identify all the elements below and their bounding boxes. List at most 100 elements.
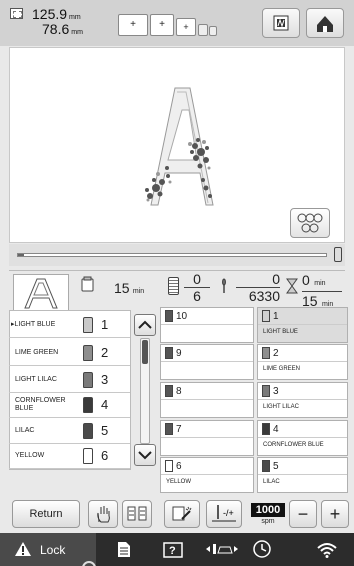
letter-a-thumbnail-icon xyxy=(24,278,58,309)
home-button[interactable] xyxy=(306,8,344,38)
needle-spool-icon xyxy=(262,310,270,322)
progress-fill xyxy=(18,254,25,256)
thread-list-item[interactable]: LILAC 5 xyxy=(9,418,130,444)
sequence-box-4 xyxy=(198,24,208,36)
speed-decrease-button[interactable]: − xyxy=(289,500,317,528)
return-button[interactable]: Return xyxy=(12,500,80,528)
needle-slot[interactable]: 9 xyxy=(160,344,254,380)
needle-slot[interactable]: 6 YELLOW xyxy=(160,457,254,493)
needle-slot[interactable]: 4 CORNFLOWER BLUE xyxy=(257,420,348,456)
thread-spool-icon xyxy=(83,396,93,413)
needle-number: 8 xyxy=(176,385,182,397)
needle-thread-label: LILAC xyxy=(263,479,280,485)
width-value: 125.9 xyxy=(32,6,68,22)
needle-slot-header: 2 xyxy=(258,345,347,362)
needle-spool-icon xyxy=(165,460,173,472)
thread-spool-icon xyxy=(83,447,93,464)
help-icon[interactable]: ? xyxy=(163,542,183,558)
needle-slot[interactable]: 10 xyxy=(160,307,254,343)
scroll-up-button[interactable] xyxy=(134,314,156,336)
needle-position-button[interactable]: -/+ xyxy=(206,500,242,528)
thread-name: LILAC xyxy=(15,426,35,434)
thread-name: CORNFLOWER BLUE xyxy=(15,396,66,412)
progress-track xyxy=(17,253,327,257)
sequence-label: + xyxy=(183,22,189,32)
color-edit-button[interactable] xyxy=(164,500,200,528)
needle-slot[interactable]: 2 LIME GREEN xyxy=(257,344,348,380)
sequence-box-3: + xyxy=(176,18,196,36)
thread-name: YELLOW xyxy=(15,451,45,459)
needle-slot[interactable]: 7 xyxy=(160,420,254,456)
stitch-counter: 0 6330 xyxy=(236,272,280,303)
touch-indicator-icon xyxy=(82,561,96,566)
lock-label: Lock xyxy=(40,543,66,557)
needle-number: 7 xyxy=(176,423,182,435)
needle-number: 3 xyxy=(273,385,279,397)
thread-list-item[interactable]: LIGHT LILAC 3 xyxy=(9,367,130,393)
frame-select-button[interactable] xyxy=(262,8,300,38)
presser-foot-icon[interactable] xyxy=(205,543,239,556)
chevron-down-icon xyxy=(138,451,152,460)
clock-icon[interactable] xyxy=(253,540,271,558)
document-icon[interactable] xyxy=(117,541,131,558)
svg-text:?: ? xyxy=(169,545,176,557)
needle-slot-header: 4 xyxy=(258,421,347,438)
wifi-icon[interactable] xyxy=(316,542,338,558)
hourglass-icon xyxy=(286,278,298,294)
thread-spool-icon xyxy=(83,344,93,361)
needle-number: 1 xyxy=(273,310,279,322)
thread-number: 6 xyxy=(101,448,109,463)
needle-slot-header: 9 xyxy=(161,345,253,362)
needle-spool-icon xyxy=(165,423,173,435)
split-icon xyxy=(127,506,147,521)
size-icon xyxy=(10,8,23,19)
list-scrollbar[interactable] xyxy=(140,338,150,444)
total-time-unit: min xyxy=(132,288,145,295)
needle-spool-icon xyxy=(165,310,173,322)
hand-move-button[interactable] xyxy=(88,500,118,528)
needle-plus-minus-icon: -/+ xyxy=(212,505,236,522)
thread-list-item[interactable]: YELLOW 6 xyxy=(9,443,130,469)
needle-slot[interactable]: 5 LILAC xyxy=(257,457,348,493)
bottom-status-bar: Lock ? xyxy=(0,533,354,566)
sequence-label: + xyxy=(130,19,136,30)
sequence-box-2: + xyxy=(150,14,174,36)
width-unit: mm xyxy=(69,14,81,21)
needle-spool-icon xyxy=(262,347,270,359)
svg-text:-/+: -/+ xyxy=(223,508,234,518)
needle-thread-label: YELLOW xyxy=(166,479,192,485)
needle-number: 9 xyxy=(176,347,182,359)
thread-list-item[interactable]: ▸LIGHT BLUE 1 xyxy=(9,312,130,338)
thread-spool-icon xyxy=(83,371,93,388)
lock-button[interactable]: Lock xyxy=(0,533,96,566)
color-total: 6 xyxy=(193,288,201,304)
split-thread-button[interactable] xyxy=(122,500,152,528)
thread-number: 3 xyxy=(101,372,109,387)
thread-name: LIME GREEN xyxy=(15,348,59,356)
needle-slot[interactable]: 1 LIGHT BLUE xyxy=(257,307,348,343)
needle-slot[interactable]: 3 LIGHT LILAC xyxy=(257,382,348,418)
needle-slot-header: 7 xyxy=(161,421,253,438)
scroll-down-button[interactable] xyxy=(134,444,156,466)
warning-icon xyxy=(15,542,31,556)
scrollbar-thumb[interactable] xyxy=(142,340,148,364)
height-readout: 78.6 mm xyxy=(42,21,83,39)
thread-view-button[interactable] xyxy=(290,208,330,238)
thread-list-item[interactable]: CORNFLOWER BLUE 4 xyxy=(9,392,130,418)
plus-icon: + xyxy=(329,503,341,524)
speed-indicator: 1000 spm xyxy=(251,503,285,527)
needle-spool-icon xyxy=(262,460,270,472)
needle-number: 6 xyxy=(176,460,182,472)
thread-name: ▸LIGHT BLUE xyxy=(11,320,56,328)
needle-slot[interactable]: 8 xyxy=(160,382,254,418)
thread-number: 4 xyxy=(101,397,109,412)
height-value: 78.6 xyxy=(42,21,70,37)
speed-increase-button[interactable]: + xyxy=(321,500,349,528)
needle-thread-label: CORNFLOWER BLUE xyxy=(263,442,324,448)
remaining-time: 0 min 15 min xyxy=(302,272,346,311)
home-icon xyxy=(317,16,333,32)
thread-list-item[interactable]: LIME GREEN 2 xyxy=(9,340,130,366)
needle-slot-header: 3 xyxy=(258,383,347,400)
needle-slot-header: 5 xyxy=(258,458,347,475)
needle-slot-header: 10 xyxy=(161,308,253,325)
